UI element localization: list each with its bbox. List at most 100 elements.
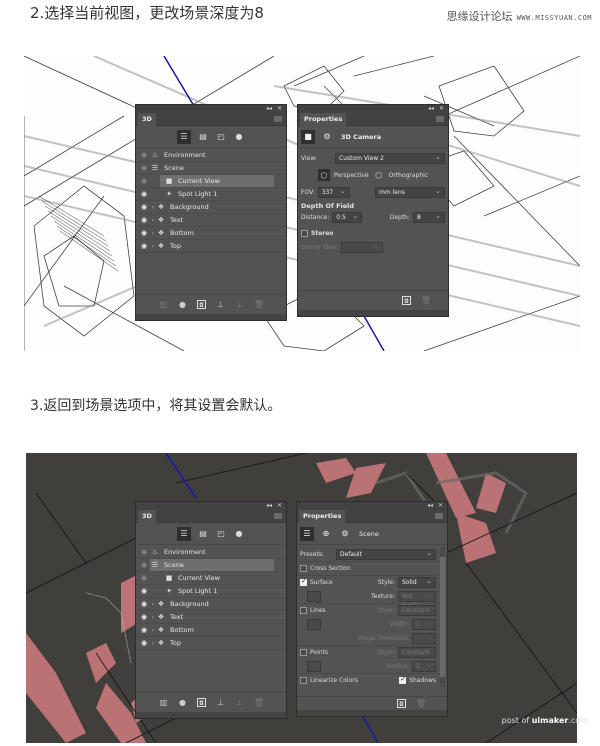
layer-row-environment[interactable]: ◉ ♨ Environment — [136, 149, 286, 162]
whole-scene-icon[interactable]: ☰ — [177, 129, 191, 144]
layer-row-text[interactable]: ◉ › ❖ Text — [136, 611, 286, 624]
properties-scrollbar[interactable] — [440, 547, 445, 687]
meshes-icon[interactable]: ▤ — [197, 131, 209, 143]
meshes-icon[interactable]: ▤ — [197, 528, 209, 540]
materials-icon[interactable]: ◰ — [215, 528, 227, 540]
layer-row-scene[interactable]: ◉ ☰ Scene — [136, 559, 286, 572]
depth-input[interactable]: 8 — [413, 211, 445, 223]
lines-checkbox[interactable] — [300, 607, 307, 614]
tab-3d[interactable]: 3D — [138, 113, 156, 126]
render-icon[interactable]: ◘ — [197, 300, 206, 309]
layer-row-background[interactable]: ◉ › ❖ Background — [136, 201, 286, 214]
visibility-eye-icon[interactable]: ◉ — [138, 177, 150, 185]
orthographic-label[interactable]: Orthographic — [389, 172, 429, 179]
surface-color-swatch[interactable] — [307, 590, 321, 602]
tab-3d[interactable]: 3D — [138, 510, 156, 523]
points-style-select[interactable]: Constant — [398, 647, 436, 658]
radius-input[interactable]: 1 — [412, 660, 436, 672]
coordinates-icon[interactable]: ⚙ — [320, 130, 334, 144]
collapse-icon[interactable]: ◂◂ — [266, 502, 272, 510]
add-mesh-icon[interactable]: ▥ — [159, 698, 168, 707]
visibility-eye-icon[interactable]: ◉ — [138, 613, 150, 621]
move-to-origin-icon[interactable]: ⟂ — [235, 300, 244, 309]
materials-icon[interactable]: ◰ — [215, 131, 227, 143]
render-icon[interactable]: ◘ — [397, 699, 406, 708]
layer-row-environment[interactable]: ◉ ♨ Environment — [136, 546, 286, 559]
layer-row-current-view[interactable]: ◉ ■ Current View — [136, 175, 286, 188]
perspective-label[interactable]: Perspective — [334, 172, 369, 179]
collapse-icon[interactable]: ◂◂ — [266, 105, 272, 113]
drop-to-ground-icon[interactable]: ⊥ — [216, 698, 225, 707]
distance-input[interactable]: 0.5 — [332, 211, 363, 223]
3d-panel[interactable]: ◂◂ ✕ 3D ☰ ▤ ◰ ● ◉ ♨ Environment ◉ ☰ Scene ◉ ■… — [135, 501, 287, 719]
layer-row-spot-light-1[interactable]: ◉ ✦ Spot Light 1 — [136, 188, 286, 201]
stereo-view-select[interactable] — [341, 241, 384, 253]
points-color-swatch[interactable] — [307, 660, 321, 672]
visibility-eye-icon[interactable]: ◉ — [138, 151, 150, 159]
add-light-icon[interactable]: ● — [178, 698, 187, 707]
coordinates-icon[interactable]: ⚙ — [338, 527, 352, 541]
collapse-icon[interactable]: ◂◂ — [427, 502, 433, 510]
layer-row-top[interactable]: ◉ › ❖ Top — [136, 637, 286, 650]
delete-icon[interactable]: 🗑 — [254, 300, 264, 309]
panel-menu-icon[interactable] — [274, 513, 282, 519]
panel-menu-icon[interactable] — [436, 116, 444, 122]
visibility-eye-icon[interactable]: ◉ — [138, 574, 150, 582]
whole-scene-icon[interactable]: ☰ — [177, 526, 191, 541]
view-select[interactable]: Custom View 2 — [335, 152, 445, 164]
add-light-icon[interactable]: ● — [178, 300, 187, 309]
visibility-eye-icon[interactable]: ◉ — [138, 242, 150, 250]
visibility-eye-icon[interactable]: ◉ — [138, 164, 150, 172]
render-icon[interactable]: ◘ — [402, 296, 411, 305]
camera-icon[interactable]: ■ — [301, 129, 315, 144]
visibility-eye-icon[interactable]: ◉ — [138, 561, 150, 569]
close-icon[interactable]: ✕ — [439, 105, 444, 113]
move-to-origin-icon[interactable]: ⟂ — [235, 698, 244, 707]
visibility-eye-icon[interactable]: ◉ — [138, 639, 150, 647]
collapse-icon[interactable]: ◂◂ — [428, 105, 434, 113]
delete-icon[interactable]: 🗑 — [421, 296, 431, 305]
orthographic-icon[interactable]: ⬡ — [373, 169, 385, 181]
cross-section-icon[interactable]: ⊕ — [319, 527, 333, 541]
layer-row-top[interactable]: ◉ › ❖ Top — [136, 240, 286, 253]
lights-icon[interactable]: ● — [233, 131, 245, 143]
perspective-icon[interactable]: ⬡ — [317, 169, 330, 181]
layer-row-background[interactable]: ◉ › ❖ Background — [136, 598, 286, 611]
panel-menu-icon[interactable] — [274, 116, 282, 122]
lines-style-select[interactable]: Constant — [398, 605, 436, 616]
visibility-eye-icon[interactable]: ◉ — [138, 548, 150, 556]
lights-icon[interactable]: ● — [233, 528, 245, 540]
angle-threshold-input[interactable] — [412, 632, 436, 644]
delete-icon[interactable]: 🗑 — [254, 698, 264, 707]
close-icon[interactable]: ✕ — [277, 105, 282, 113]
linearize-colors-checkbox[interactable] — [300, 677, 307, 684]
panel-menu-icon[interactable] — [435, 513, 443, 519]
fov-input[interactable]: 337 — [317, 186, 350, 198]
3d-panel[interactable]: ◂◂ ✕ 3D ☰ ▤ ◰ ● ◉ ♨ Environment ◉ ☰ Scene ◉ ■… — [135, 104, 287, 321]
layer-row-text[interactable]: ◉ › ❖ Text — [136, 214, 286, 227]
add-mesh-icon[interactable]: ▥ — [159, 300, 168, 309]
fov-unit-select[interactable]: mm lens — [375, 186, 445, 198]
visibility-eye-icon[interactable]: ◉ — [138, 216, 150, 224]
visibility-eye-icon[interactable]: ◉ — [138, 626, 150, 634]
surface-checkbox[interactable] — [300, 577, 307, 586]
render-icon[interactable]: ◘ — [197, 698, 206, 707]
visibility-eye-icon[interactable]: ◉ — [138, 203, 150, 211]
layer-row-bottom[interactable]: ◉ › ❖ Bottom — [136, 227, 286, 240]
drop-to-ground-icon[interactable]: ⊥ — [216, 300, 225, 309]
presets-select[interactable]: Default — [336, 548, 436, 560]
lines-color-swatch[interactable] — [307, 618, 321, 630]
width-input[interactable]: 1 — [412, 618, 436, 630]
tab-properties[interactable]: Properties — [299, 510, 346, 523]
layer-row-current-view[interactable]: ◉ ■ Current View — [136, 572, 286, 585]
scene-icon[interactable]: ☰ — [300, 526, 314, 541]
layer-row-spot-light-1[interactable]: ◉ ✦ Spot Light 1 — [136, 585, 286, 598]
properties-panel-camera[interactable]: ◂◂ ✕ Properties ■ ⚙ 3D Camera View: Cust… — [297, 104, 449, 317]
visibility-eye-icon[interactable]: ◉ — [138, 190, 150, 198]
layer-row-scene[interactable]: ◉ ☰ Scene — [136, 162, 286, 175]
close-icon[interactable]: ✕ — [277, 502, 282, 510]
visibility-eye-icon[interactable]: ◉ — [138, 229, 150, 237]
visibility-eye-icon[interactable]: ◉ — [138, 587, 150, 595]
stereo-checkbox[interactable] — [301, 229, 308, 237]
texture-select[interactable]: Not Availa... — [398, 590, 436, 609]
